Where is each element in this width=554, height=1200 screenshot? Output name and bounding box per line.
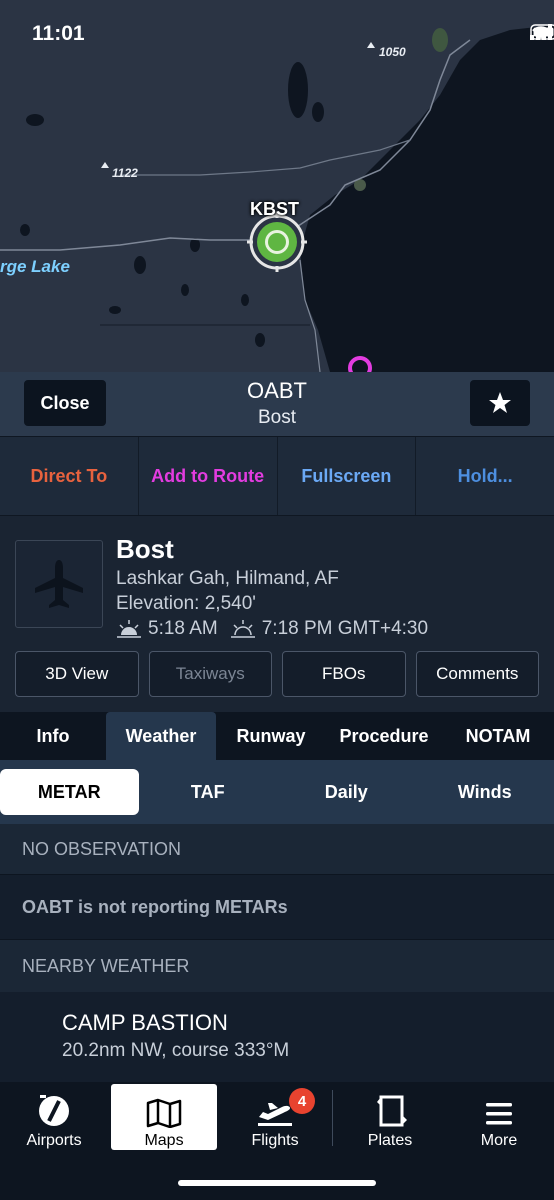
subtab-daily[interactable]: Daily bbox=[277, 769, 416, 815]
detail-tabs: Info Weather Runway Procedure NOTAM bbox=[0, 712, 554, 760]
elevation-label: 1050 bbox=[379, 45, 406, 59]
3d-view-button[interactable]: 3D View bbox=[15, 651, 139, 697]
airport-icon bbox=[39, 1095, 69, 1126]
tabbar-flights[interactable]: Flights 4 bbox=[226, 1084, 324, 1150]
map-view[interactable]: 11:01 1050 1122 rge Lake KBST bbox=[0, 0, 554, 372]
battery-icon bbox=[530, 24, 554, 40]
comments-button[interactable]: Comments bbox=[415, 651, 539, 697]
subtab-winds[interactable]: Winds bbox=[416, 769, 554, 815]
airport-name: Bost bbox=[116, 534, 174, 564]
star-icon bbox=[489, 392, 511, 413]
tabbar-more[interactable]: More bbox=[452, 1084, 546, 1150]
tab-procedure[interactable]: Procedure bbox=[326, 712, 442, 760]
tabbar-maps[interactable]: Maps bbox=[111, 1084, 217, 1150]
airport-elevation: Elevation: 2,540' bbox=[116, 593, 256, 614]
flights-badge: 4 bbox=[289, 1088, 315, 1114]
direct-to-button[interactable]: Direct To bbox=[0, 437, 139, 515]
fbos-button[interactable]: FBOs bbox=[282, 651, 406, 697]
airport-location: Lashkar Gah, Hilmand, AF bbox=[116, 568, 339, 589]
tabbar-label: Flights bbox=[251, 1132, 299, 1149]
lake-label: rge Lake bbox=[0, 257, 70, 276]
nearby-weather-header: NEARBY WEATHER bbox=[0, 940, 554, 992]
sun-times: 5:18 AM 7:18 PM GMT+4:30 bbox=[116, 618, 428, 640]
nearby-station[interactable]: CAMP BASTION 20.2nm NW, course 333°M bbox=[0, 992, 554, 1082]
subtab-metar[interactable]: METAR bbox=[0, 769, 139, 815]
station-detail: 20.2nm NW, course 333°M bbox=[62, 1040, 290, 1061]
airport-info: Bost Lashkar Gah, Hilmand, AF Elevation:… bbox=[0, 516, 554, 712]
tabbar-airports[interactable]: Airports bbox=[6, 1084, 102, 1150]
plates-icon bbox=[377, 1095, 407, 1127]
tabbar-label: Airports bbox=[26, 1132, 82, 1149]
hold-button[interactable]: Hold... bbox=[416, 437, 554, 515]
no-observation-header: NO OBSERVATION bbox=[0, 824, 554, 874]
map-terrain bbox=[0, 0, 554, 372]
elevation-label: 1122 bbox=[112, 166, 138, 180]
weather-subtabs: METAR TAF Daily Winds bbox=[0, 760, 554, 824]
tab-runway[interactable]: Runway bbox=[216, 712, 326, 760]
airport-marker-label[interactable]: KBST bbox=[250, 199, 299, 220]
sunset-icon bbox=[230, 620, 255, 638]
status-bar: 11:01 bbox=[0, 22, 554, 48]
tab-notam[interactable]: NOTAM bbox=[442, 712, 554, 760]
subtab-taf[interactable]: TAF bbox=[139, 769, 278, 815]
tabbar-plates[interactable]: Plates bbox=[342, 1084, 438, 1150]
tabbar-label: Maps bbox=[144, 1132, 184, 1149]
airport-thumbnail[interactable] bbox=[15, 540, 103, 628]
fullscreen-button[interactable]: Fullscreen bbox=[278, 437, 417, 515]
airplane-icon bbox=[35, 560, 83, 608]
favorite-button[interactable] bbox=[470, 380, 530, 426]
tabbar-divider bbox=[332, 1090, 333, 1146]
airport-header: Close OABT Bost bbox=[0, 372, 554, 436]
taxiways-button[interactable]: Taxiways bbox=[148, 651, 272, 697]
no-observation-message: OABT is not reporting METARs bbox=[0, 874, 554, 940]
station-name: CAMP BASTION bbox=[62, 1010, 228, 1035]
tabbar-label: More bbox=[480, 1132, 518, 1149]
tab-weather[interactable]: Weather bbox=[106, 712, 216, 760]
menu-icon bbox=[486, 1103, 512, 1125]
action-bar: Direct To Add to Route Fullscreen Hold..… bbox=[0, 436, 554, 516]
sunrise-icon bbox=[117, 620, 141, 638]
status-time: 11:01 bbox=[32, 22, 85, 45]
home-indicator[interactable] bbox=[178, 1180, 376, 1186]
airport-buttons: 3D View Taxiways FBOs Comments bbox=[15, 651, 539, 697]
sunrise-time: 5:18 AM bbox=[148, 618, 218, 639]
map-icon bbox=[146, 1098, 182, 1128]
sunset-time: 7:18 PM GMT+4:30 bbox=[261, 618, 429, 639]
add-to-route-button[interactable]: Add to Route bbox=[139, 437, 278, 515]
tabbar-label: Plates bbox=[367, 1132, 413, 1149]
tab-info[interactable]: Info bbox=[0, 712, 106, 760]
